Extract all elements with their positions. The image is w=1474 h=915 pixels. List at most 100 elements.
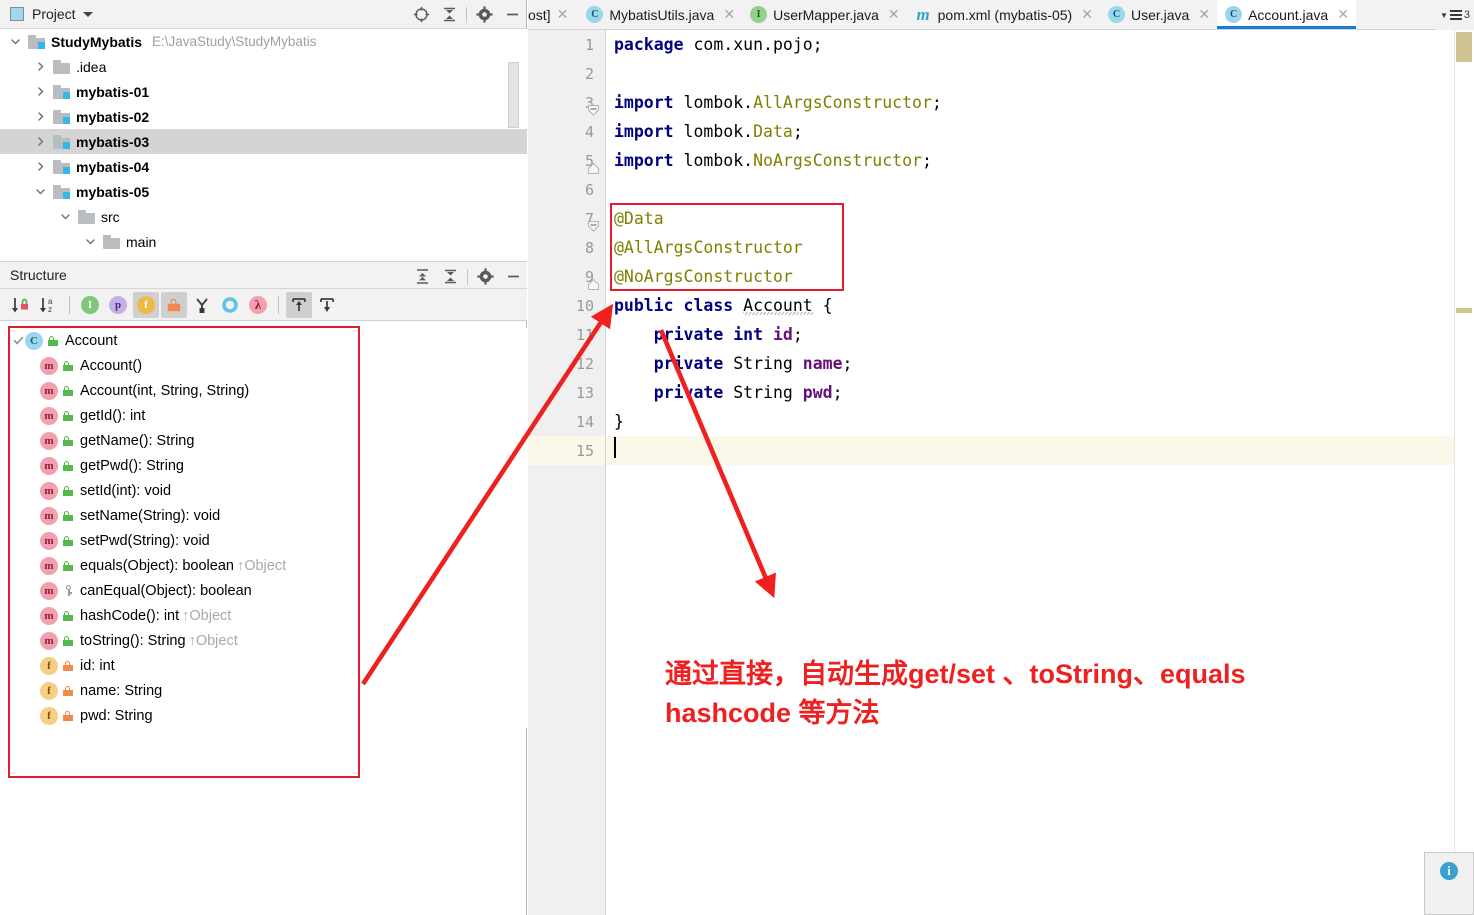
code-line[interactable]: package com.xun.pojo; bbox=[606, 30, 1474, 59]
code-line[interactable] bbox=[606, 59, 1474, 88]
gutter-line-number[interactable]: 11 bbox=[528, 320, 606, 349]
project-tree-row[interactable]: mybatis-04 bbox=[0, 154, 527, 179]
editor-tab[interactable]: C User.java ✕ bbox=[1099, 0, 1218, 29]
structure-tree-row[interactable]: f pwd: String bbox=[0, 703, 527, 728]
editor-tab[interactable]: I UserMapper.java ✕ bbox=[742, 0, 907, 29]
autoscroll-from-source-button[interactable] bbox=[314, 292, 340, 318]
code-line[interactable]: @AllArgsConstructor bbox=[606, 233, 1474, 262]
project-tree-row[interactable]: mybatis-01 bbox=[0, 79, 527, 104]
fold-handle-imports-end[interactable] bbox=[588, 162, 599, 174]
structure-tree-row[interactable]: m setName(String): void bbox=[0, 503, 527, 528]
chevron-down-icon[interactable] bbox=[58, 210, 72, 224]
structure-tree-row[interactable]: m getPwd(): String bbox=[0, 453, 527, 478]
structure-tree-row[interactable]: m getName(): String bbox=[0, 428, 527, 453]
editor-tab[interactable]: C Account.java ✕ bbox=[1217, 0, 1356, 29]
expand-all-icon[interactable] bbox=[408, 263, 436, 291]
chevron-down-icon[interactable] bbox=[83, 235, 97, 249]
structure-tree-row[interactable]: m getId(): int bbox=[0, 403, 527, 428]
gutter-line-number[interactable]: 2 bbox=[528, 59, 606, 88]
code-line[interactable]: @NoArgsConstructor bbox=[606, 262, 1474, 291]
chevron-down-icon[interactable] bbox=[33, 185, 47, 199]
project-tree-row[interactable]: mybatis-03 bbox=[0, 129, 527, 154]
chevron-right-icon[interactable] bbox=[33, 160, 47, 174]
structure-tree-row[interactable]: C Account bbox=[0, 328, 527, 353]
structure-tree-row[interactable]: m toString(): String ↑Object bbox=[0, 628, 527, 653]
fold-handle-class[interactable] bbox=[588, 220, 599, 232]
structure-tree[interactable]: C Account m Account() m Account(int, String, … bbox=[0, 328, 527, 728]
structure-tree-row[interactable]: m setId(int): void bbox=[0, 478, 527, 503]
code-line[interactable]: private String pwd; bbox=[606, 378, 1474, 407]
chevron-down-icon[interactable] bbox=[82, 11, 93, 17]
gutter-line-number[interactable]: 13 bbox=[528, 378, 606, 407]
close-icon[interactable]: ✕ bbox=[1081, 6, 1093, 23]
close-icon[interactable]: ✕ bbox=[1337, 6, 1349, 23]
group-by-method-button[interactable] bbox=[217, 292, 243, 318]
chevron-right-icon[interactable] bbox=[33, 135, 47, 149]
gutter-line-number[interactable]: 12 bbox=[528, 349, 606, 378]
structure-tree-row[interactable]: m equals(Object): boolean ↑Object bbox=[0, 553, 527, 578]
collapse-all-icon[interactable] bbox=[435, 1, 463, 29]
gutter-line-number[interactable]: 8 bbox=[528, 233, 606, 262]
code-line[interactable]: import lombok.NoArgsConstructor; bbox=[606, 146, 1474, 175]
project-scrollbar[interactable] bbox=[508, 62, 519, 262]
code-line[interactable] bbox=[606, 175, 1474, 204]
editor-marker-scrollbar[interactable] bbox=[1454, 30, 1474, 915]
autoscroll-to-source-button[interactable] bbox=[286, 291, 312, 318]
close-icon[interactable]: ✕ bbox=[888, 6, 900, 23]
gear-icon[interactable] bbox=[470, 1, 498, 29]
code-line[interactable]: @Data bbox=[606, 204, 1474, 233]
code-line[interactable]: public class Account { bbox=[606, 291, 1474, 320]
structure-tree-row[interactable]: m canEqual(Object): boolean bbox=[0, 578, 527, 603]
code-line[interactable]: } bbox=[606, 407, 1474, 436]
code-line[interactable]: import lombok.AllArgsConstructor; bbox=[606, 88, 1474, 117]
code-line[interactable]: private String name; bbox=[606, 349, 1474, 378]
chevron-right-icon[interactable] bbox=[33, 110, 47, 124]
gutter-line-number[interactable]: 1 bbox=[528, 30, 606, 59]
project-tree-row[interactable]: mybatis-05 bbox=[0, 179, 527, 204]
project-tree-row[interactable]: main bbox=[0, 229, 527, 254]
collapse-all-icon[interactable] bbox=[436, 263, 464, 291]
editor-tab[interactable]: m pom.xml (mybatis-05) ✕ bbox=[906, 0, 1100, 29]
fold-handle-class-end[interactable] bbox=[588, 278, 599, 290]
marker-tick[interactable] bbox=[1456, 308, 1472, 313]
editor-tab[interactable]: C MybatisUtils.java ✕ bbox=[578, 0, 743, 29]
close-icon[interactable]: ✕ bbox=[557, 6, 569, 23]
project-tree-row[interactable]: .idea bbox=[0, 54, 527, 79]
show-fields-button[interactable]: f bbox=[133, 291, 159, 318]
code-text-area[interactable]: package com.xun.pojo; import lombok.AllAr… bbox=[606, 30, 1474, 915]
show-properties-button[interactable]: p bbox=[105, 292, 131, 318]
gutter-line-number[interactable]: 10 bbox=[528, 291, 606, 320]
structure-tree-row[interactable]: m Account(int, String, String) bbox=[0, 378, 527, 403]
sort-alphabetically-button[interactable]: a z bbox=[36, 292, 62, 318]
info-icon[interactable]: i bbox=[1440, 862, 1458, 880]
editor-tab-bar[interactable]: ost] ✕ C MybatisUtils.java ✕ I UserMapper.ja… bbox=[528, 0, 1474, 30]
close-icon[interactable]: ✕ bbox=[1198, 6, 1210, 23]
tab-overflow-button[interactable]: ▼ 3 bbox=[1436, 0, 1474, 30]
structure-tree-row[interactable]: m setPwd(String): void bbox=[0, 528, 527, 553]
structure-tree-row[interactable]: m hashCode(): int ↑Object bbox=[0, 603, 527, 628]
locate-icon[interactable] bbox=[407, 1, 435, 29]
project-tree-row[interactable]: mybatis-02 bbox=[0, 104, 527, 129]
show-lambdas-button[interactable]: λ bbox=[245, 292, 271, 318]
hide-icon[interactable] bbox=[498, 1, 526, 29]
close-icon[interactable]: ✕ bbox=[723, 6, 735, 23]
code-line[interactable]: import lombok.Data; bbox=[606, 117, 1474, 146]
gutter-line-number[interactable]: 14 bbox=[528, 407, 606, 436]
editor-info-widget[interactable]: i bbox=[1424, 852, 1474, 915]
gutter-line-number[interactable]: 6 bbox=[528, 175, 606, 204]
chevron-right-icon[interactable] bbox=[33, 85, 47, 99]
project-tree[interactable]: StudyMybatis E:\JavaStudy\StudyMybatis .id… bbox=[0, 29, 527, 263]
structure-tree-row[interactable]: m Account() bbox=[0, 353, 527, 378]
scrollbar-thumb[interactable] bbox=[1456, 32, 1472, 62]
project-tree-row[interactable]: StudyMybatis E:\JavaStudy\StudyMybatis bbox=[0, 29, 527, 54]
show-non-public-button[interactable] bbox=[161, 291, 187, 318]
project-tree-row[interactable]: src bbox=[0, 204, 527, 229]
sort-by-visibility-button[interactable] bbox=[8, 292, 34, 318]
project-scrollbar-thumb[interactable] bbox=[508, 62, 519, 128]
chevron-down-icon[interactable] bbox=[8, 35, 22, 49]
show-inherited-button[interactable]: I bbox=[77, 292, 103, 318]
show-anonymous-classes-button[interactable] bbox=[189, 292, 215, 318]
structure-tree-row[interactable]: f name: String bbox=[0, 678, 527, 703]
gear-icon[interactable] bbox=[471, 263, 499, 291]
chevron-down-icon[interactable] bbox=[12, 335, 25, 346]
